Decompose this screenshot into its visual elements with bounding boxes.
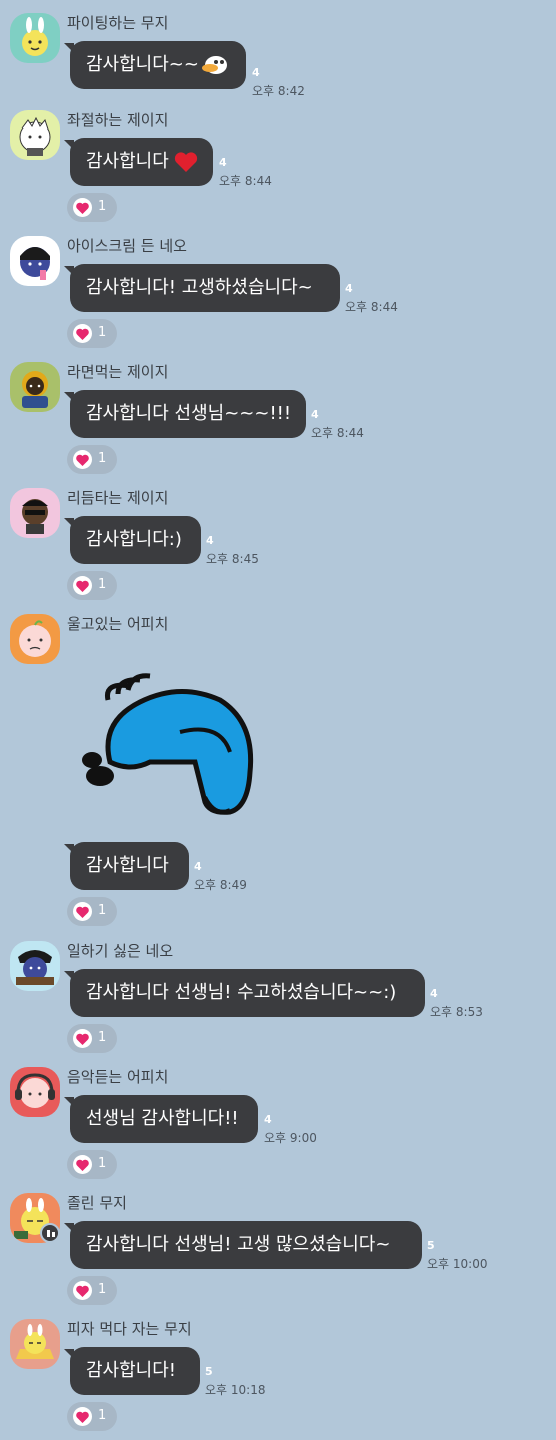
message-text: 감사합니다 선생님~~~!!! — [86, 403, 292, 424]
reaction-pill[interactable]: 1 — [67, 1276, 117, 1305]
message-bubble[interactable]: 감사합니다 선생님! 고생 많으셨습니다~ — [64, 1221, 422, 1269]
avatar[interactable] — [10, 614, 60, 664]
chat-message-list: 파이팅하는 무지 감사합니다~~ 4 오후 8:42 좌절하는 제이지 감사합니… — [0, 0, 556, 1440]
sender-name: 졸린 무지 — [67, 1194, 127, 1212]
message-text: 감사합니다 — [86, 151, 169, 172]
sender-name: 파이팅하는 무지 — [67, 14, 169, 32]
message-bubble[interactable]: 선생님 감사합니다!! — [64, 1095, 258, 1143]
heart-icon — [73, 450, 92, 469]
avatar[interactable] — [10, 13, 60, 63]
avatar[interactable] — [10, 1319, 60, 1369]
message-bubble[interactable]: 감사합니다 선생님! 수고하셨습니다~~:) — [64, 969, 425, 1017]
reaction-count: 1 — [98, 1030, 107, 1045]
group-badge-icon — [40, 1223, 60, 1243]
message-text: 감사합니다! 고생하셨습니다~ — [86, 277, 313, 298]
unread-count: 4 — [219, 156, 227, 169]
message-bubble[interactable]: 감사합니다 — [64, 842, 189, 890]
unread-count: 4 — [311, 408, 319, 421]
reaction-pill[interactable]: 1 — [67, 1402, 117, 1431]
timestamp: 오후 8:42 — [252, 84, 305, 98]
avatar[interactable] — [10, 362, 60, 412]
heart-icon — [73, 324, 92, 343]
reaction-count: 1 — [98, 199, 107, 214]
reaction-count: 1 — [98, 325, 107, 340]
reaction-count: 1 — [98, 1156, 107, 1171]
timestamp: 오후 8:44 — [311, 426, 364, 440]
unread-count: 4 — [345, 282, 353, 295]
reaction-pill[interactable]: 1 — [67, 897, 117, 926]
timestamp: 오후 10:18 — [205, 1383, 266, 1397]
reaction-pill[interactable]: 1 — [67, 193, 117, 222]
reaction-count: 1 — [98, 451, 107, 466]
avatar[interactable] — [10, 236, 60, 286]
unread-count: 4 — [194, 860, 202, 873]
reaction-count: 1 — [98, 1282, 107, 1297]
heart-icon — [73, 1407, 92, 1426]
sender-name: 피자 먹다 자는 무지 — [67, 1320, 192, 1338]
sender-name: 좌절하는 제이지 — [67, 111, 169, 129]
message-bubble[interactable]: 감사합니다:) — [64, 516, 201, 564]
sender-name: 일하기 싫은 네오 — [67, 942, 174, 960]
unread-count: 4 — [430, 987, 438, 1000]
avatar[interactable] — [10, 488, 60, 538]
sender-name: 리듬타는 제이지 — [67, 489, 169, 507]
avatar[interactable] — [10, 1067, 60, 1117]
red-heart-emoji-icon — [174, 152, 198, 172]
message-text: 감사합니다 선생님! 고생 많으셨습니다~ — [86, 1234, 391, 1255]
reaction-pill[interactable]: 1 — [67, 445, 117, 474]
message-text: 감사합니다~~ — [86, 54, 199, 75]
reaction-pill[interactable]: 1 — [67, 1024, 117, 1053]
sender-name: 울고있는 어피치 — [67, 615, 169, 633]
heart-icon — [73, 1281, 92, 1300]
unread-count: 4 — [264, 1113, 272, 1126]
avatar[interactable] — [10, 941, 60, 991]
heart-icon — [73, 1155, 92, 1174]
sender-name: 라면먹는 제이지 — [67, 363, 169, 381]
reaction-count: 1 — [98, 1408, 107, 1423]
message-text: 감사합니다 선생님! 수고하셨습니다~~:) — [86, 982, 397, 1003]
unread-count: 4 — [206, 534, 214, 547]
sender-name: 아이스크림 든 네오 — [67, 237, 187, 255]
avatar[interactable] — [10, 110, 60, 160]
message-text: 선생님 감사합니다!! — [86, 1108, 239, 1129]
reaction-pill[interactable]: 1 — [67, 319, 117, 348]
timestamp: 오후 10:00 — [427, 1257, 488, 1271]
timestamp: 오후 8:44 — [345, 300, 398, 314]
reaction-count: 1 — [98, 577, 107, 592]
message-text: 감사합니다:) — [86, 529, 182, 550]
unread-count: 5 — [427, 1239, 435, 1252]
timestamp: 오후 8:44 — [219, 174, 272, 188]
reaction-pill[interactable]: 1 — [67, 571, 117, 600]
sender-name: 음악듣는 어피치 — [67, 1068, 169, 1086]
unread-count: 4 — [252, 66, 260, 79]
message-bubble[interactable]: 감사합니다~~ — [64, 41, 246, 89]
message-bubble[interactable]: 감사합니다 선생님~~~!!! — [64, 390, 306, 438]
reaction-count: 1 — [98, 903, 107, 918]
heart-icon — [73, 1029, 92, 1048]
heart-icon — [73, 198, 92, 217]
heart-icon — [73, 902, 92, 921]
heart-icon — [73, 576, 92, 595]
timestamp: 오후 8:49 — [194, 878, 247, 892]
message-text: 감사합니다! — [86, 1360, 177, 1381]
timestamp: 오후 8:53 — [430, 1005, 483, 1019]
message-bubble[interactable]: 감사합니다! 고생하셨습니다~ — [64, 264, 340, 312]
reaction-pill[interactable]: 1 — [67, 1150, 117, 1179]
timestamp: 오후 9:00 — [264, 1131, 317, 1145]
timestamp: 오후 8:45 — [206, 552, 259, 566]
message-text: 감사합니다 — [86, 855, 169, 876]
unread-count: 5 — [205, 1365, 213, 1378]
message-bubble[interactable]: 감사합니다! — [64, 1347, 200, 1395]
message-bubble[interactable]: 감사합니다 — [64, 138, 213, 186]
bowing-character-sticker[interactable] — [70, 642, 270, 817]
duck-emoji-icon — [202, 56, 227, 74]
